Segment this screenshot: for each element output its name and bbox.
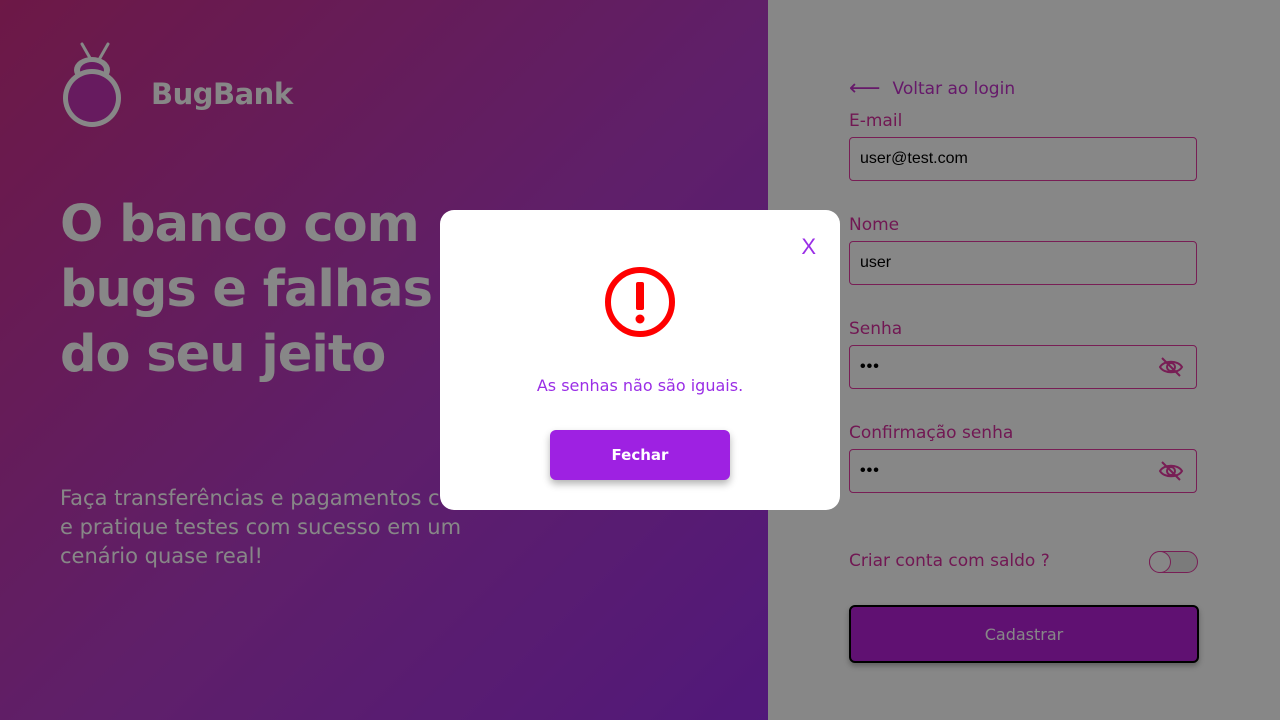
close-button[interactable]: X — [801, 234, 816, 260]
close-modal-button[interactable]: Fechar — [550, 430, 730, 480]
alert-icon — [605, 267, 675, 337]
error-modal: X As senhas não são iguais. Fechar — [440, 210, 840, 510]
modal-message: As senhas não são iguais. — [536, 376, 744, 395]
